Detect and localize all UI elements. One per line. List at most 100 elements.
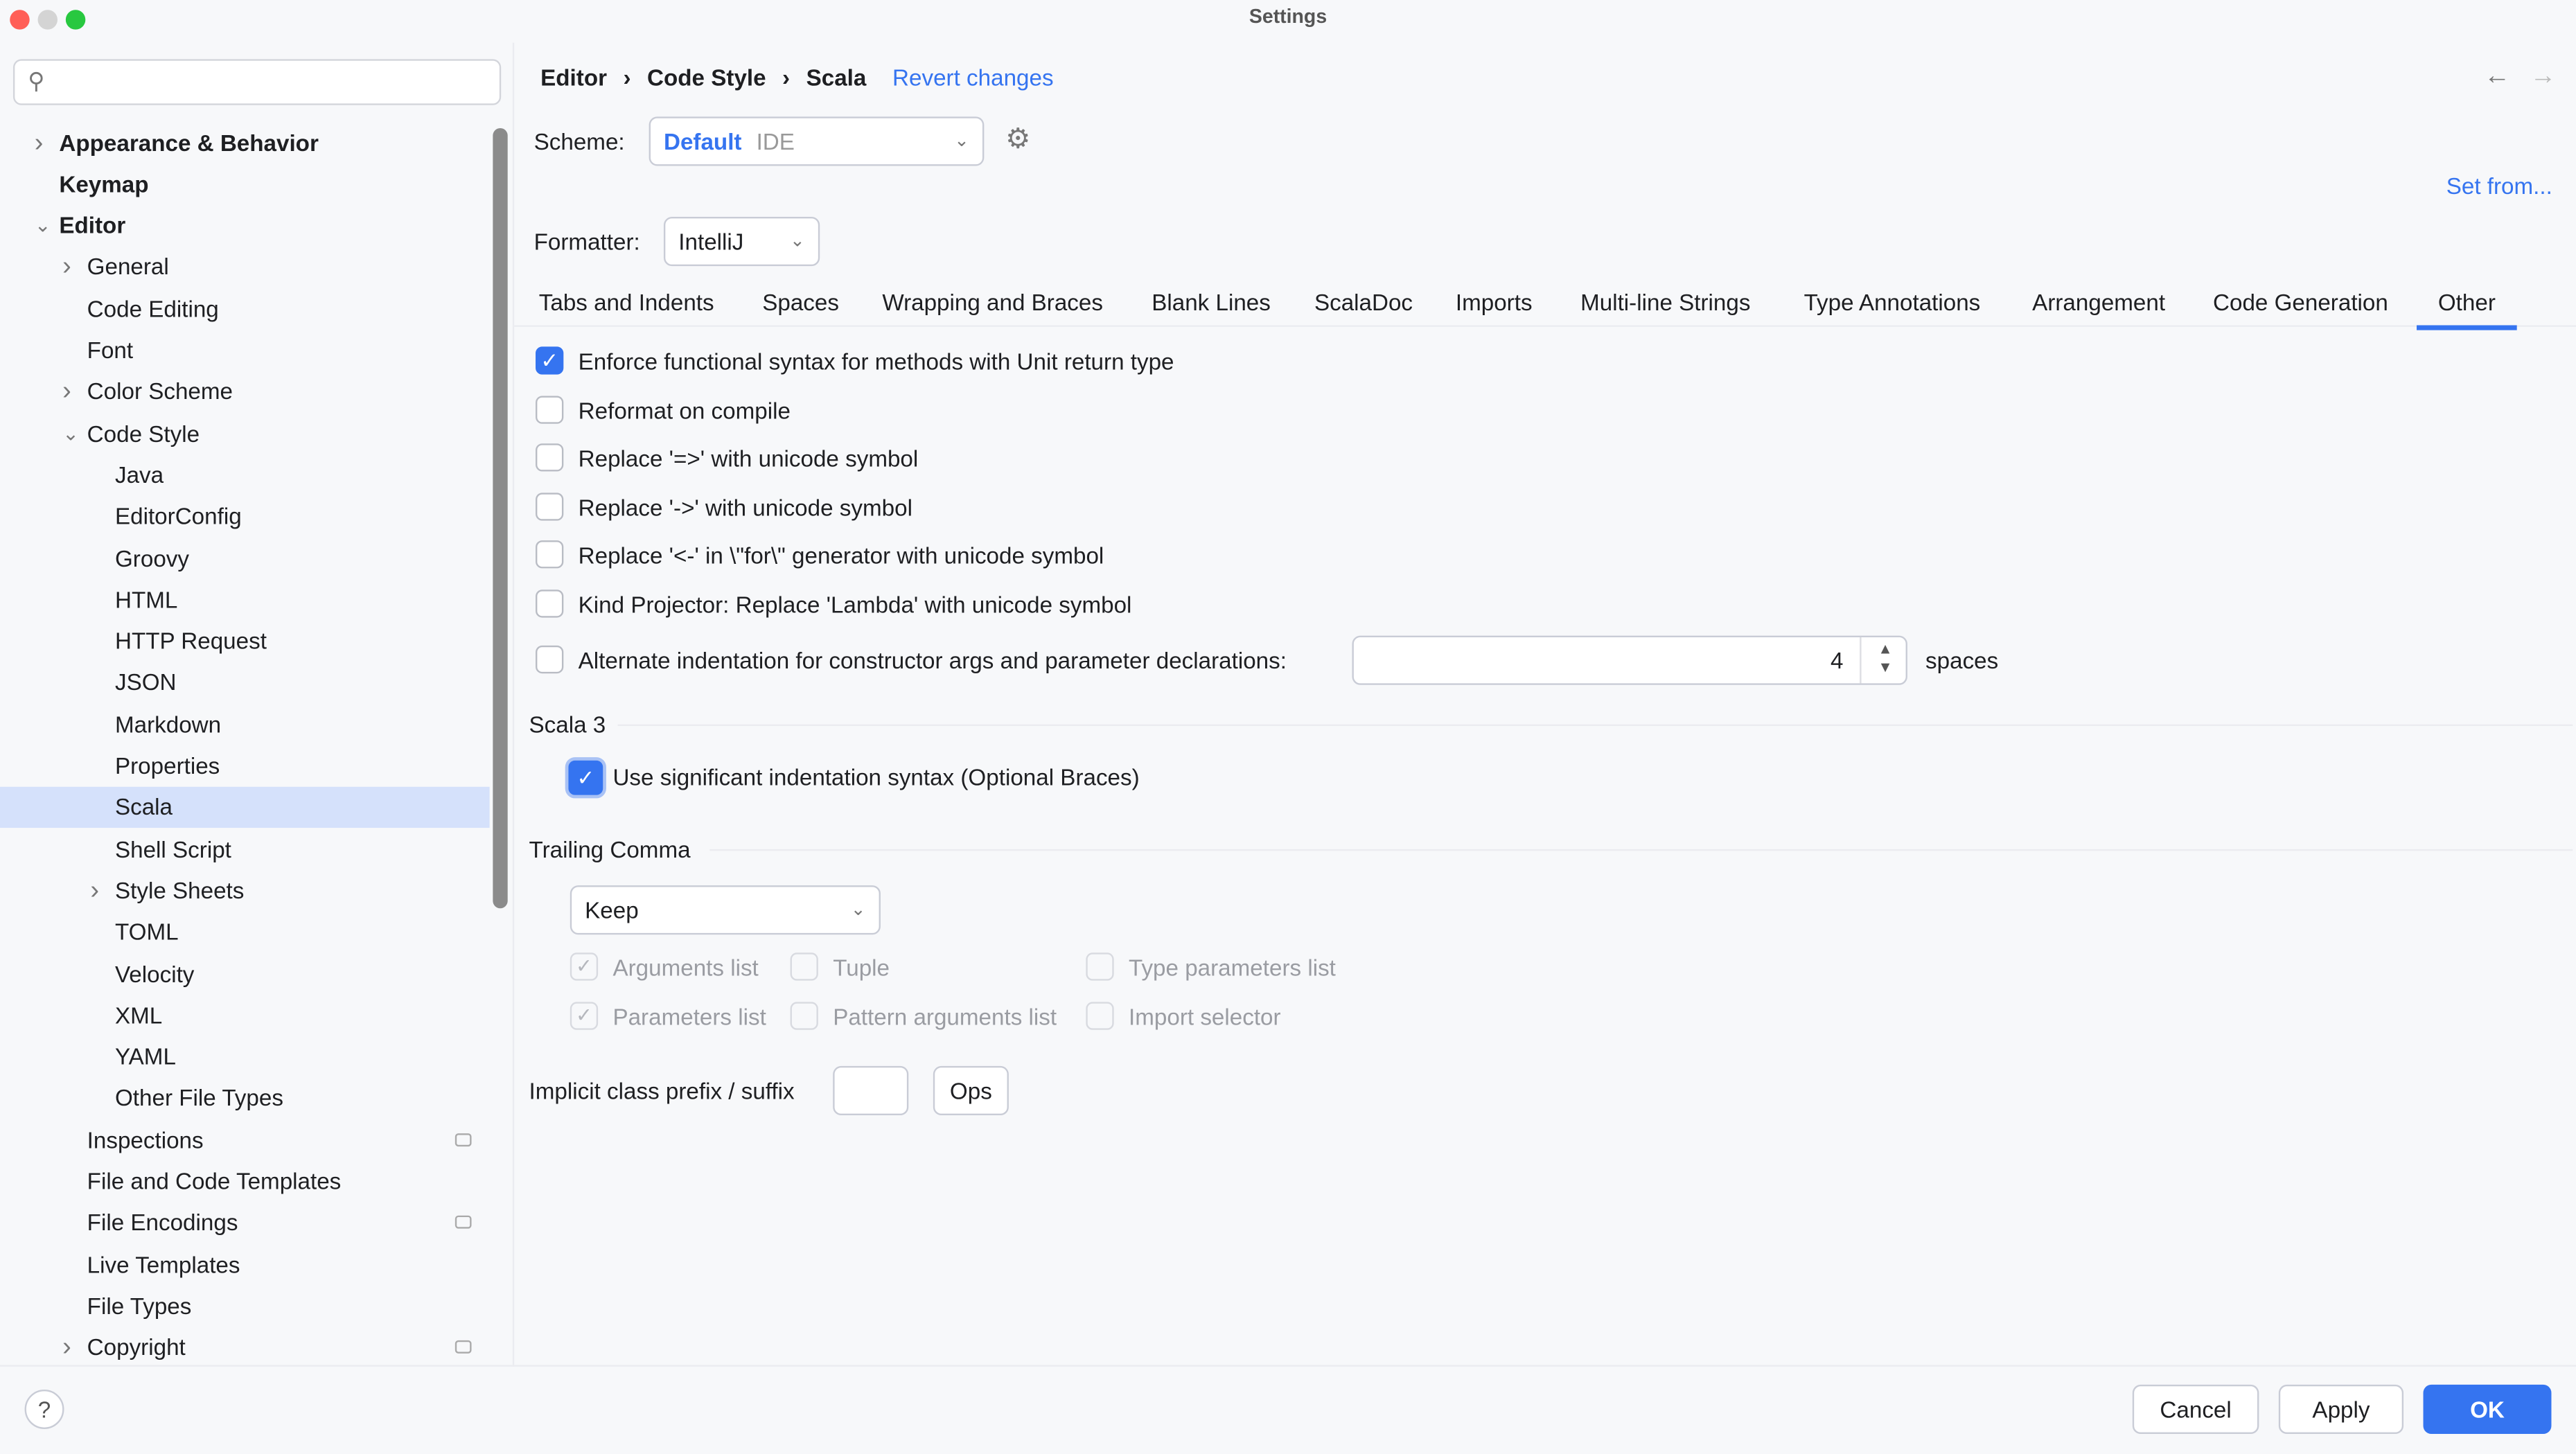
sidebar-item-java[interactable]: Java xyxy=(0,455,490,496)
sidebar-item-yaml[interactable]: YAML xyxy=(0,1036,490,1077)
trailing-comma-checkbox[interactable] xyxy=(1086,1001,1113,1029)
sidebar-item-velocity[interactable]: Velocity xyxy=(0,953,490,994)
sidebar-item-live-templates[interactable]: Live Templates xyxy=(0,1244,490,1285)
sidebar-item-markdown[interactable]: Markdown xyxy=(0,704,490,745)
option-checkbox[interactable] xyxy=(536,492,563,520)
sidebar-item-file-types[interactable]: File Types xyxy=(0,1286,490,1327)
breadcrumb-code-style[interactable]: Code Style xyxy=(647,64,766,90)
back-arrow-icon[interactable]: ← xyxy=(2484,62,2510,92)
trailing-comma-section-title: Trailing Comma xyxy=(529,836,691,862)
sidebar-item-label: Other File Types xyxy=(115,1078,283,1119)
tab-spaces[interactable]: Spaces xyxy=(762,289,839,315)
sidebar-item-groovy[interactable]: Groovy xyxy=(0,538,490,579)
chevron-down-icon: ⌄ xyxy=(851,887,866,932)
tab-imports[interactable]: Imports xyxy=(1456,289,1533,315)
option-checkbox[interactable] xyxy=(536,443,563,471)
sidebar-item-keymap[interactable]: Keymap xyxy=(0,164,490,205)
significant-indentation-label: Use significant indentation syntax (Opti… xyxy=(612,764,1139,790)
alt-indent-checkbox[interactable] xyxy=(536,646,563,673)
sidebar-item-general[interactable]: ›General xyxy=(0,247,490,288)
sidebar-item-properties[interactable]: Properties xyxy=(0,746,490,787)
formatter-dropdown[interactable]: IntelliJ ⌄ xyxy=(664,217,820,266)
breadcrumb-editor[interactable]: Editor xyxy=(540,64,607,90)
help-button[interactable]: ? xyxy=(25,1390,64,1429)
sidebar-item-appearance-behavior[interactable]: ›Appearance & Behavior xyxy=(0,123,490,163)
tab-arrangement[interactable]: Arrangement xyxy=(2032,289,2165,315)
tab-other[interactable]: Other xyxy=(2438,289,2496,315)
tab-blank-lines[interactable]: Blank Lines xyxy=(1152,289,1271,315)
implicit-class-label: Implicit class prefix / suffix xyxy=(529,1078,795,1104)
chevron-right-icon[interactable]: › xyxy=(62,247,71,288)
sidebar-item-json[interactable]: JSON xyxy=(0,663,490,704)
sidebar-item-html[interactable]: HTML xyxy=(0,580,490,621)
tab-type-annotations[interactable]: Type Annotations xyxy=(1804,289,1981,315)
option-checkbox[interactable] xyxy=(536,540,563,568)
alt-indent-spinner[interactable]: 4 ▲▼ xyxy=(1352,636,1907,685)
trailing-comma-checkbox[interactable]: ✓ xyxy=(570,1001,598,1029)
sidebar-item-copyright[interactable]: ›Copyright xyxy=(0,1327,490,1368)
sidebar-item-toml[interactable]: TOML xyxy=(0,912,490,952)
sidebar-item-http-request[interactable]: HTTP Request xyxy=(0,621,490,662)
tab-bar: Tabs and Indents Spaces Wrapping and Brace… xyxy=(514,283,2576,327)
option-checkbox[interactable] xyxy=(536,589,563,617)
implicit-suffix-input[interactable]: Ops xyxy=(933,1066,1009,1115)
alt-indent-unit: spaces xyxy=(1925,647,1998,673)
trailing-comma-checkbox[interactable] xyxy=(791,952,818,980)
revert-changes-link[interactable]: Revert changes xyxy=(892,64,1054,90)
trailing-comma-checkbox[interactable]: ✓ xyxy=(570,952,598,980)
chevron-right-icon[interactable]: › xyxy=(62,372,71,413)
tab-multi-line-strings[interactable]: Multi-line Strings xyxy=(1580,289,1750,315)
sidebar-item-inspections[interactable]: Inspections xyxy=(0,1119,490,1160)
settings-search-input[interactable]: ⚲ xyxy=(13,59,501,105)
sidebar-item-editorconfig[interactable]: EditorConfig xyxy=(0,497,490,538)
sidebar-item-color-scheme[interactable]: ›Color Scheme xyxy=(0,372,490,413)
tab-tabs-and-indents[interactable]: Tabs and Indents xyxy=(539,289,714,315)
chevron-down-icon[interactable]: ⌄ xyxy=(35,206,51,247)
sidebar-item-label: XML xyxy=(115,995,162,1036)
sidebar-item-shell-script[interactable]: Shell Script xyxy=(0,828,490,869)
sidebar-item-editor[interactable]: ⌄Editor xyxy=(0,206,490,247)
sidebar-item-other-file-types[interactable]: Other File Types xyxy=(0,1078,490,1119)
sidebar: ⚲ ›Appearance & BehaviorKeymap⌄Editor›Ge… xyxy=(0,43,514,1367)
trailing-comma-checkbox[interactable] xyxy=(1086,952,1113,980)
sidebar-item-style-sheets[interactable]: ›Style Sheets xyxy=(0,870,490,911)
trailing-comma-dropdown[interactable]: Keep ⌄ xyxy=(570,885,881,934)
spinner-arrows-icon[interactable]: ▲▼ xyxy=(1878,641,1892,677)
sidebar-item-label: Inspections xyxy=(87,1119,204,1160)
implicit-prefix-input[interactable] xyxy=(833,1066,908,1115)
trailing-comma-checkbox[interactable] xyxy=(791,1001,818,1029)
significant-indentation-checkbox[interactable]: ✓ xyxy=(568,761,603,795)
forward-arrow-icon[interactable]: → xyxy=(2530,62,2557,92)
tab-scaladoc[interactable]: ScalaDoc xyxy=(1314,289,1413,315)
option-checkbox[interactable]: ✓ xyxy=(536,346,563,374)
sidebar-item-code-style[interactable]: ⌄Code Style xyxy=(0,414,490,454)
sidebar-item-code-editing[interactable]: Code Editing xyxy=(0,289,490,330)
sidebar-item-label: Markdown xyxy=(115,704,221,745)
set-from-link[interactable]: Set from... xyxy=(2446,172,2552,199)
chevron-right-icon[interactable]: › xyxy=(62,1327,71,1368)
sidebar-scrollbar[interactable] xyxy=(493,128,507,908)
tab-wrapping-and-braces[interactable]: Wrapping and Braces xyxy=(882,289,1103,315)
scheme-dropdown[interactable]: Default IDE ⌄ xyxy=(649,116,985,166)
trailing-comma-label: Arguments list xyxy=(612,955,758,981)
sidebar-item-file-and-code-templates[interactable]: File and Code Templates xyxy=(0,1161,490,1202)
chevron-right-icon[interactable]: › xyxy=(90,870,99,911)
ok-button[interactable]: OK xyxy=(2424,1385,2552,1434)
gear-icon[interactable]: ⚙ xyxy=(1005,123,1030,156)
sidebar-item-file-encodings[interactable]: File Encodings xyxy=(0,1203,490,1243)
option-label: Replace '->' with unicode symbol xyxy=(579,494,912,520)
chevron-down-icon[interactable]: ⌄ xyxy=(62,414,79,454)
option-checkbox[interactable] xyxy=(536,395,563,423)
sidebar-item-label: EditorConfig xyxy=(115,497,242,538)
sidebar-item-label: Editor xyxy=(59,206,125,247)
scala3-section-title: Scala 3 xyxy=(529,711,606,738)
sidebar-item-xml[interactable]: XML xyxy=(0,995,490,1036)
sidebar-item-label: Keymap xyxy=(59,164,148,205)
chevron-right-icon[interactable]: › xyxy=(35,123,44,163)
sidebar-item-font[interactable]: Font xyxy=(0,330,490,371)
cancel-button[interactable]: Cancel xyxy=(2133,1385,2259,1434)
trailing-comma-label: Tuple xyxy=(833,955,890,981)
tab-code-generation[interactable]: Code Generation xyxy=(2213,289,2388,315)
sidebar-item-scala[interactable]: Scala xyxy=(0,788,490,828)
apply-button[interactable]: Apply xyxy=(2279,1385,2403,1434)
